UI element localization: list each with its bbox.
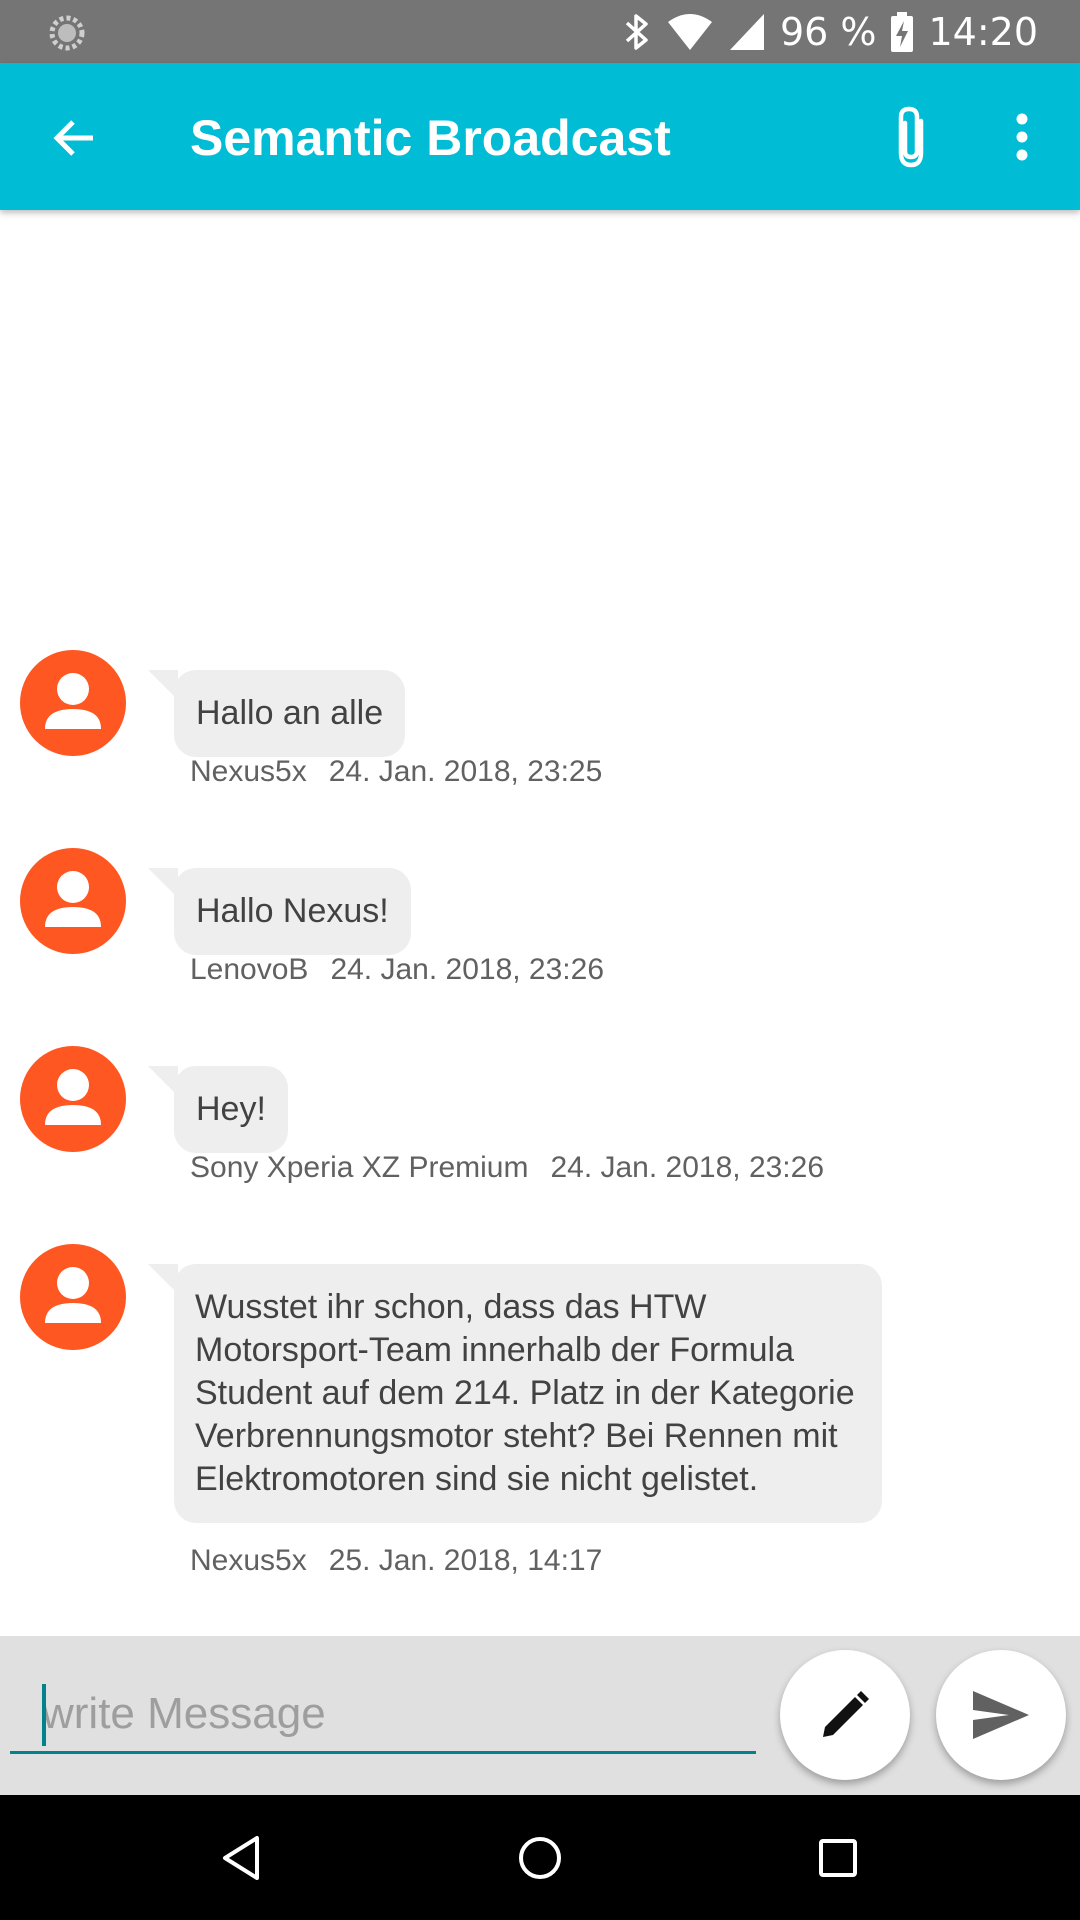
message-sender: Nexus5x — [190, 755, 307, 788]
message-bubble[interactable]: Hey! — [174, 1066, 288, 1153]
message-input[interactable] — [10, 1676, 756, 1754]
compose-bar — [0, 1636, 1080, 1795]
message-sender: Sony Xperia XZ Premium — [190, 1151, 529, 1184]
nav-back-button[interactable] — [206, 1823, 276, 1893]
signal-icon — [728, 12, 766, 52]
battery-charging-icon — [890, 11, 914, 52]
pencil-icon — [823, 1691, 869, 1737]
message-bubble[interactable]: Hallo Nexus! — [174, 868, 411, 955]
status-bar: 96 % 14:20 — [0, 0, 1080, 63]
message-meta: Nexus5x 24. Jan. 2018, 23:25 — [190, 755, 602, 789]
message-bubble[interactable]: Hallo an alle — [174, 670, 406, 757]
send-button[interactable] — [936, 1650, 1066, 1780]
home-circle-icon — [519, 1837, 561, 1879]
avatar[interactable] — [20, 848, 126, 954]
status-icons: 96 % 14:20 — [622, 0, 1038, 63]
message-text: Hallo Nexus! — [196, 892, 389, 930]
message-text: Hallo an alle — [196, 694, 384, 732]
attach-button[interactable] — [876, 99, 946, 175]
wifi-icon — [666, 12, 714, 52]
battery-percent: 96 % — [779, 9, 877, 54]
message-bubble[interactable]: Wusstet ihr schon, dass das HTW Motorspo… — [174, 1264, 882, 1523]
back-button[interactable] — [38, 103, 108, 173]
edit-button[interactable] — [780, 1650, 910, 1780]
message-meta: Nexus5x 25. Jan. 2018, 14:17 — [190, 1544, 602, 1578]
more-options-button[interactable] — [990, 99, 1054, 175]
recents-square-icon — [819, 1839, 857, 1877]
person-icon — [45, 871, 101, 927]
page-title: Semantic Broadcast — [190, 110, 671, 166]
sync-icon — [48, 14, 86, 52]
message-sender: Nexus5x — [190, 1544, 307, 1577]
avatar[interactable] — [20, 1244, 126, 1350]
nav-recents-button[interactable] — [803, 1823, 873, 1893]
more-vert-icon — [1016, 113, 1028, 161]
message-list[interactable]: Hallo an alle Nexus5x 24. Jan. 2018, 23:2… — [0, 210, 1080, 1636]
person-icon — [45, 1267, 101, 1323]
send-icon — [973, 1691, 1029, 1739]
bluetooth-icon — [622, 12, 652, 52]
clock: 14:20 — [928, 9, 1038, 54]
message-timestamp: 24. Jan. 2018, 23:25 — [328, 755, 603, 788]
message-timestamp: 24. Jan. 2018, 23:26 — [550, 1151, 825, 1184]
system-nav-bar — [0, 1795, 1080, 1920]
message-text: Hey! — [196, 1090, 266, 1128]
app-bar: Semantic Broadcast — [0, 63, 1080, 210]
message-sender: LenovoB — [190, 953, 309, 986]
message-meta: LenovoB 24. Jan. 2018, 23:26 — [190, 953, 604, 987]
message-meta: Sony Xperia XZ Premium 24. Jan. 2018, 23:… — [190, 1151, 824, 1185]
person-icon — [45, 1069, 101, 1125]
message-text: Wusstet ihr schon, dass das HTW Motorspo… — [195, 1288, 855, 1498]
avatar[interactable] — [20, 650, 126, 756]
back-triangle-icon — [223, 1836, 259, 1880]
back-arrow-icon — [53, 120, 93, 156]
nav-home-button[interactable] — [505, 1823, 575, 1893]
avatar[interactable] — [20, 1046, 126, 1152]
message-timestamp: 25. Jan. 2018, 14:17 — [328, 1544, 603, 1577]
paperclip-icon — [898, 106, 924, 168]
text-cursor — [42, 1684, 46, 1746]
person-icon — [45, 673, 101, 729]
message-timestamp: 24. Jan. 2018, 23:26 — [330, 953, 604, 986]
